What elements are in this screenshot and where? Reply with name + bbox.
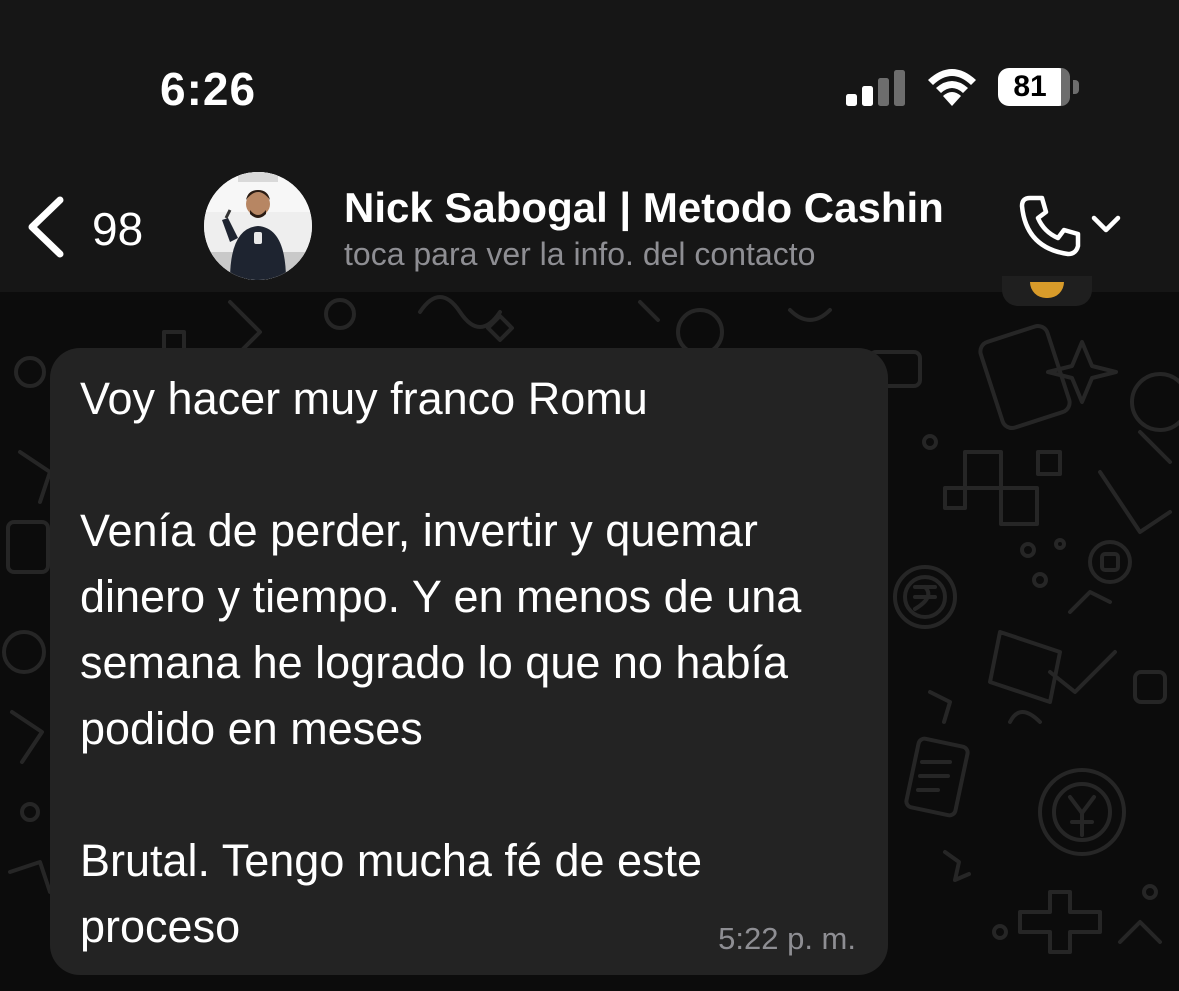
- contact-name[interactable]: Nick Sabogal | Metodo Cashin: [344, 184, 944, 232]
- phone-call-icon[interactable]: [1016, 190, 1086, 260]
- back-chevron-icon[interactable]: [24, 196, 68, 258]
- back-unread-count[interactable]: 98: [92, 202, 143, 256]
- battery-tip: [1073, 80, 1079, 94]
- status-time: 6:26: [160, 63, 257, 115]
- wifi-icon: [928, 69, 976, 106]
- contact-avatar[interactable]: [204, 172, 312, 280]
- partial-bubble-peek: [1002, 276, 1092, 306]
- chat-screen: 6:26 81 98 Nick Sabogal | Metodo Cashin …: [0, 0, 1179, 991]
- battery-level: 81: [1013, 70, 1047, 103]
- battery-indicator: 81: [998, 68, 1070, 106]
- cellular-signal-icon: [846, 70, 905, 106]
- chat-header: 98 Nick Sabogal | Metodo Cashin toca par…: [0, 150, 1179, 292]
- message-bubble[interactable]: Voy hacer muy franco Romu Venía de perde…: [50, 348, 888, 975]
- contact-info-hint[interactable]: toca para ver la info. del contacto: [344, 236, 815, 273]
- message-timestamp: 5:22 p. m.: [718, 921, 856, 956]
- chevron-down-icon[interactable]: [1090, 212, 1122, 236]
- message-text: Voy hacer muy franco Romu Venía de perde…: [80, 373, 802, 952]
- status-bar: 6:26 81: [0, 0, 1179, 150]
- avatar-photo: [204, 172, 312, 280]
